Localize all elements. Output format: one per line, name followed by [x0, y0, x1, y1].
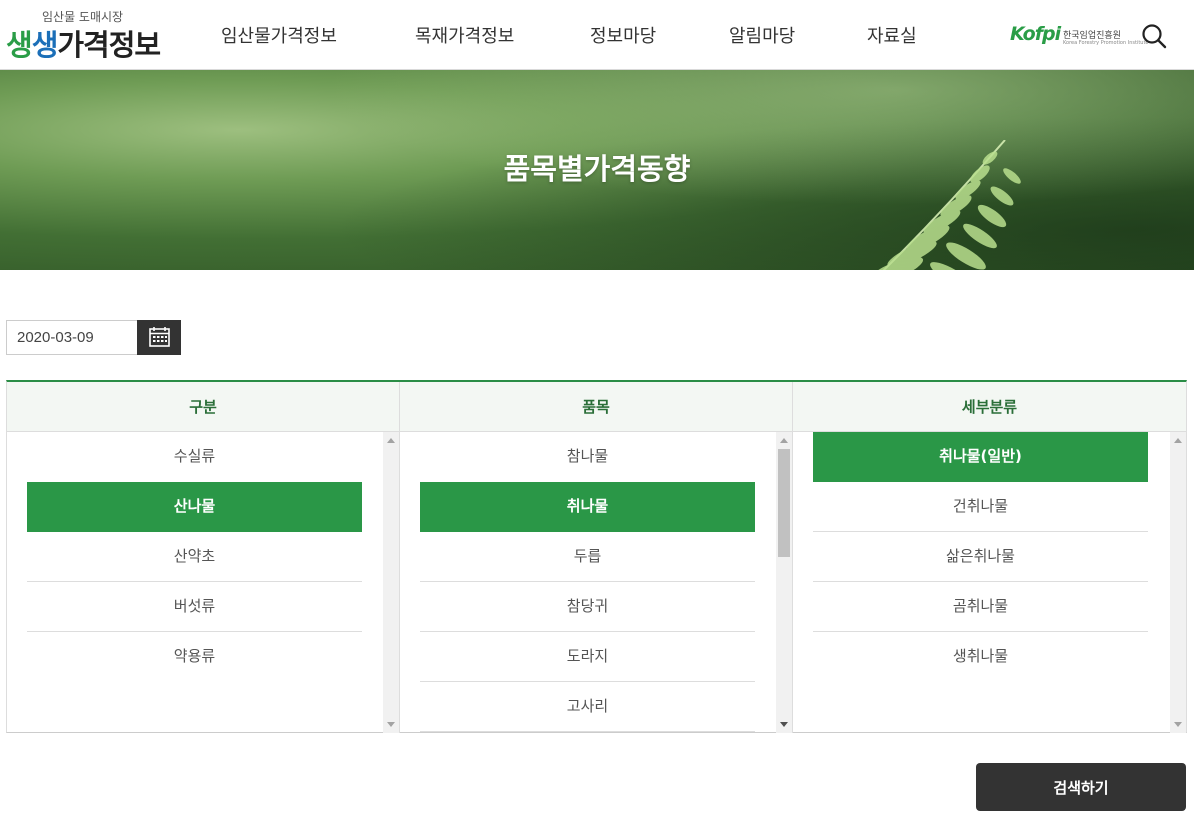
item-column: 품목 참나물 취나물 두릅 참당귀 도라지 고사리	[400, 382, 793, 733]
nav-item-info[interactable]: 정보마당	[590, 22, 656, 48]
logo-title: 생생가격정보	[6, 28, 161, 62]
scrollbar[interactable]	[383, 432, 399, 733]
page-banner: 품목별가격동향	[0, 70, 1194, 270]
subcategory-column-header: 세부분류	[793, 382, 1186, 432]
site-header: 임산물 도매시장 생생가격정보 임산물가격정보 목재가격정보 정보마당 알림마당…	[0, 0, 1194, 70]
list-item[interactable]: 약용류	[27, 632, 362, 682]
list-item[interactable]: 참나물	[420, 432, 755, 482]
list-item[interactable]: 고사리	[420, 682, 755, 732]
list-item[interactable]: 도라지	[420, 632, 755, 682]
list-item[interactable]: 두릅	[420, 532, 755, 582]
category-column-header: 구분	[7, 382, 399, 432]
partner-logo-en: Korea Forestry Promotion Institute	[1063, 40, 1149, 46]
partner-logo-mark: Kofpi	[1010, 23, 1061, 45]
list-item-selected[interactable]: 취나물	[420, 482, 755, 532]
calendar-icon[interactable]	[137, 320, 181, 355]
search-submit-button[interactable]: 검색하기	[976, 763, 1186, 811]
scroll-up-icon[interactable]	[780, 438, 788, 443]
list-item[interactable]: 삶은취나물	[813, 532, 1148, 582]
list-item[interactable]: 건취나물	[813, 482, 1148, 532]
list-item[interactable]: 생취나물	[813, 632, 1148, 682]
scroll-down-icon[interactable]	[387, 722, 395, 727]
item-selector: 구분 수실류 산나물 산약초 버섯류 약용류 품목 참나물 취나물 두릅 참당귀…	[6, 380, 1187, 733]
scroll-down-icon[interactable]	[1174, 722, 1182, 727]
nav-item-forest-products-price[interactable]: 임산물가격정보	[221, 22, 337, 48]
list-item[interactable]: 수실류	[27, 432, 362, 482]
category-list[interactable]: 수실류 산나물 산약초 버섯류 약용류	[7, 432, 399, 733]
scroll-up-icon[interactable]	[1174, 438, 1182, 443]
list-item[interactable]: 산약초	[27, 532, 362, 582]
partner-logo[interactable]: Kofpi 한국임업진흥원 Korea Forestry Promotion I…	[1010, 23, 1149, 49]
scrollbar[interactable]	[1170, 432, 1186, 733]
list-item-selected[interactable]: 산나물	[27, 482, 362, 532]
page-title: 품목별가격동향	[503, 152, 691, 186]
list-item-selected[interactable]: 취나물(일반)	[813, 432, 1148, 482]
nav-item-timber-price[interactable]: 목재가격정보	[415, 22, 514, 48]
list-item[interactable]: 참당귀	[420, 582, 755, 632]
nav-item-notice[interactable]: 알림마당	[729, 22, 795, 48]
list-item[interactable]: 곰취나물	[813, 582, 1148, 632]
scroll-up-icon[interactable]	[387, 438, 395, 443]
scroll-down-icon[interactable]	[780, 722, 788, 727]
item-list[interactable]: 참나물 취나물 두릅 참당귀 도라지 고사리	[400, 432, 792, 733]
scrollbar[interactable]	[776, 432, 792, 733]
search-icon[interactable]	[1140, 22, 1168, 50]
scroll-thumb[interactable]	[778, 449, 790, 557]
category-column: 구분 수실류 산나물 산약초 버섯류 약용류	[7, 382, 400, 733]
subcategory-column: 세부분류 취나물(일반) 건취나물 삶은취나물 곰취나물 생취나물	[793, 382, 1186, 733]
nav-item-archive[interactable]: 자료실	[867, 22, 917, 48]
date-input[interactable]	[6, 320, 138, 355]
item-column-header: 품목	[400, 382, 792, 432]
site-logo[interactable]: 임산물 도매시장 생생가격정보	[6, 6, 176, 64]
subcategory-list[interactable]: 취나물(일반) 건취나물 삶은취나물 곰취나물 생취나물	[793, 432, 1186, 733]
list-item[interactable]: 버섯류	[27, 582, 362, 632]
